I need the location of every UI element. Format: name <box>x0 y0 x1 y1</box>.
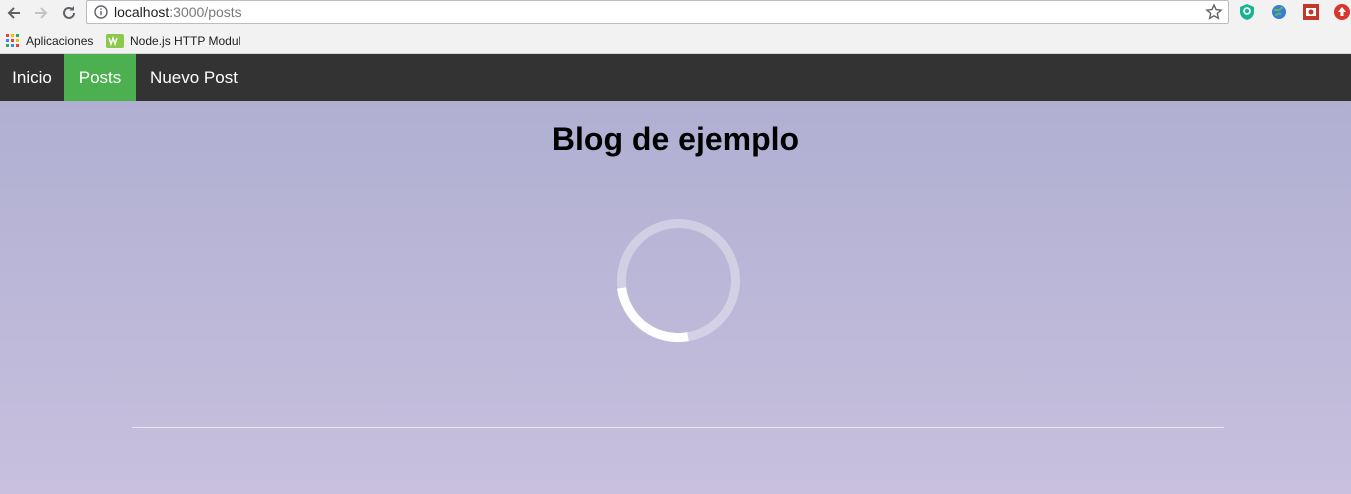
apps-grid-icon <box>6 34 19 47</box>
page-content: Blog de ejemplo <box>0 101 1351 494</box>
bookmark-star-icon[interactable] <box>1205 3 1223 26</box>
browser-toolbar: localhost:3000/posts <box>0 0 1351 29</box>
page-title: Blog de ejemplo <box>551 121 800 157</box>
bookmark-nodejs-label: Node.js HTTP Module <box>130 34 240 48</box>
reload-icon[interactable] <box>58 2 80 24</box>
photo-extension-icon[interactable] <box>1301 2 1321 22</box>
spinner-arc <box>617 287 689 343</box>
address-bar[interactable]: localhost:3000/posts <box>86 0 1229 24</box>
forward-icon[interactable] <box>30 2 52 24</box>
content-divider <box>132 427 1224 428</box>
top-navbar: Inicio Posts Nuevo Post <box>0 54 1351 101</box>
upload-extension-icon[interactable] <box>1332 2 1351 22</box>
nav-posts[interactable]: Posts <box>64 54 136 101</box>
nav-inicio-label: Inicio <box>12 67 52 87</box>
url-path: :3000/posts <box>169 4 242 20</box>
bookmark-nodejs[interactable]: Node.js HTTP Module <box>106 32 240 50</box>
nav-nuevo-post[interactable]: Nuevo Post <box>136 54 252 101</box>
loading-spinner <box>617 219 740 343</box>
globe-extension-icon[interactable] <box>1269 2 1289 22</box>
nav-inicio[interactable]: Inicio <box>0 54 64 101</box>
url-text[interactable]: localhost:3000/posts <box>114 4 242 20</box>
bookmark-apps-label: Aplicaciones <box>26 34 94 48</box>
url-host: localhost <box>114 4 170 20</box>
nav-nuevo-post-label: Nuevo Post <box>150 67 238 87</box>
info-icon[interactable] <box>94 5 108 24</box>
bookmark-apps[interactable]: Aplicaciones <box>6 32 93 50</box>
nodejs-icon <box>106 34 124 48</box>
shield-extension-icon[interactable] <box>1237 2 1257 22</box>
nav-posts-label: Posts <box>78 67 122 87</box>
back-icon[interactable] <box>3 2 25 24</box>
bookmarks-bar: Aplicaciones Node.js HTTP Module <box>0 29 1351 54</box>
